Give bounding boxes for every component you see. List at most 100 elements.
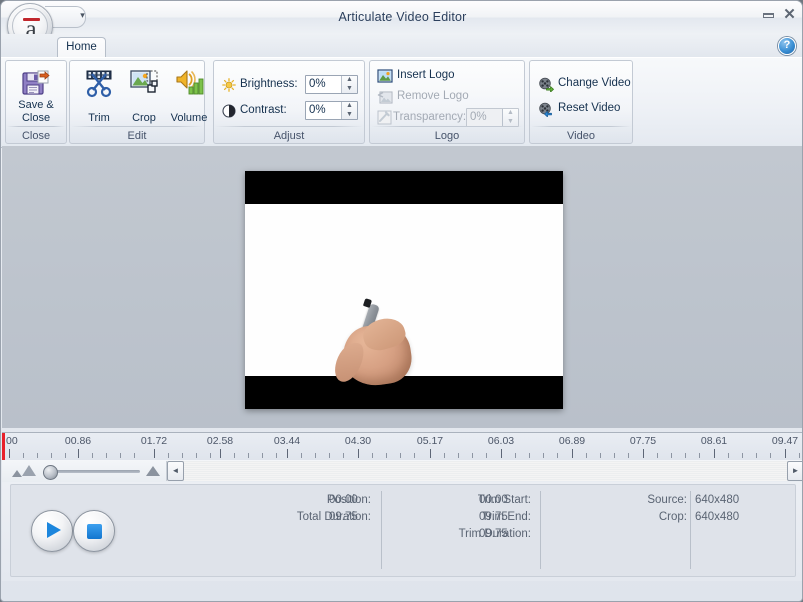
crop-label: Crop: [658,511,687,523]
timeline-tick-minor [614,453,615,458]
zoom-in-icon[interactable] [146,466,160,479]
ribbon-group-label-logo: Logo [434,130,460,142]
zoom-slider-track[interactable] [48,470,140,473]
ribbon-group-edit: Trim Crop Volume Edit [69,60,207,144]
timeline-tick-minor [65,453,66,458]
close-button[interactable]: ✕ [781,7,798,23]
timeline-tick-minor [301,453,302,458]
timeline-tick-major [287,449,288,458]
editor-canvas [2,146,802,428]
scroll-right-button[interactable]: ► [787,461,802,481]
timeline-playhead[interactable] [2,433,5,461]
timeline-tick-label: 00 [6,435,18,447]
timeline-tick-major [643,449,644,458]
remove-logo-label: Remove Logo [397,90,469,102]
timeline-tick-minor [756,453,757,458]
timeline-tick-minor [770,453,771,458]
tab-home[interactable]: Home [57,37,106,57]
timeline-tick-minor [742,453,743,458]
timeline-tick-minor [799,453,800,458]
transparency-step-up: ▲ [507,109,514,116]
remove-logo-icon [377,90,393,108]
change-video-button[interactable]: Change Video [536,74,631,95]
transparency-value: 0% [470,111,487,123]
minimize-button[interactable] [760,7,777,23]
zoom-out-icon[interactable] [12,468,22,480]
timeline-tick-minor [168,453,169,458]
group-label-separator [215,126,363,127]
timeline-tick-major [9,449,10,458]
contrast-input[interactable]: 0% ▲ ▼ [305,101,358,120]
timeline-tick-minor [444,453,445,458]
group-label-separator [71,126,203,127]
timeline-tick-major [714,449,715,458]
stop-button[interactable] [73,510,115,552]
timeline-horizontal-scrollbar[interactable]: ◄ ► [166,461,802,481]
timeline-tick-minor [515,453,516,458]
timeline-tick-minor [586,453,587,458]
timeline-tick-major [572,449,573,458]
chevron-down-icon[interactable]: ▾ [77,11,88,20]
timeline-tick-minor [728,453,729,458]
timeline-tick-minor [106,453,107,458]
timeline-tick-minor [458,453,459,458]
ribbon-group-adjust: Brightness: 0% ▲ ▼ Contrast: 0% ▲ ▼ Adju… [213,60,365,144]
timeline-tick-minor [557,453,558,458]
timeline-tick-minor [657,453,658,458]
transparency-step-down: ▼ [507,118,514,125]
ribbon-group-logo: Insert Logo Remove Logo Transparency: 0%… [369,60,525,144]
crop-icon [128,68,160,101]
stop-icon [87,524,102,539]
application-window: ▾ a Articulate Video Editor ✕ Home ? Sav… [0,0,803,602]
insert-logo-icon [377,69,393,87]
play-button[interactable] [31,510,73,552]
panel-divider-2 [540,491,541,569]
transparency-row: Transparency: [375,108,475,128]
remove-logo-button: Remove Logo [375,87,495,108]
video-preview[interactable] [245,171,563,409]
timeline-tick-label: 08.61 [700,435,728,447]
save-and-close-button[interactable]: Save & Close [10,64,62,126]
change-video-icon [538,77,554,95]
ribbon-group-label-edit: Edit [127,130,147,142]
trim-start-value: 00.00 [479,494,508,506]
timeline-ruler[interactable]: 00 00.86 01.72 02.58 03.44 04.30 05.17 06.03 06.… [2,432,802,462]
trim-duration-value: 09.75 [479,528,508,540]
timeline-tick-major [430,449,431,458]
timeline-tick-minor [372,453,373,458]
brightness-input[interactable]: 0% ▲ ▼ [305,75,358,94]
timeline-tick-minor [210,453,211,458]
timeline-tick-label: 00.86 [64,435,92,447]
insert-logo-button[interactable]: Insert Logo [375,66,495,87]
brightness-step-up[interactable]: ▲ [342,76,357,84]
ribbon-group-video: Change Video Reset Video Video [529,60,633,144]
scroll-left-button[interactable]: ◄ [167,461,184,481]
group-label-separator [371,126,523,127]
contrast-step-down[interactable]: ▼ [342,111,357,119]
volume-button[interactable]: Volume [163,64,215,126]
timeline-tick-label: 03.44 [273,435,301,447]
video-frame-content [245,204,563,390]
timeline-tick-major [358,449,359,458]
timeline-tick-major [220,449,221,458]
scissors-film-icon [83,68,115,101]
zoom-slider-thumb[interactable] [43,465,58,480]
insert-logo-label: Insert Logo [397,69,455,81]
group-label-separator [531,126,631,127]
brightness-stepper[interactable]: ▲ ▼ [341,76,357,93]
timeline-tick-minor [315,453,316,458]
volume-label: Volume [170,112,208,124]
timeline-tick-label: 04.30 [344,435,372,447]
contrast-step-up[interactable]: ▲ [342,102,357,110]
save-icon [20,68,52,103]
brightness-value: 0% [309,78,326,90]
timeline-tick-minor [196,453,197,458]
reset-video-button[interactable]: Reset Video [536,99,630,120]
timeline-tick-minor [134,453,135,458]
timeline-tick-minor [23,453,24,458]
brightness-step-down[interactable]: ▼ [342,85,357,93]
contrast-stepper[interactable]: ▲ ▼ [341,102,357,119]
brightness-icon [222,78,236,95]
timeline-tick-minor [329,453,330,458]
help-icon[interactable]: ? [778,37,796,55]
